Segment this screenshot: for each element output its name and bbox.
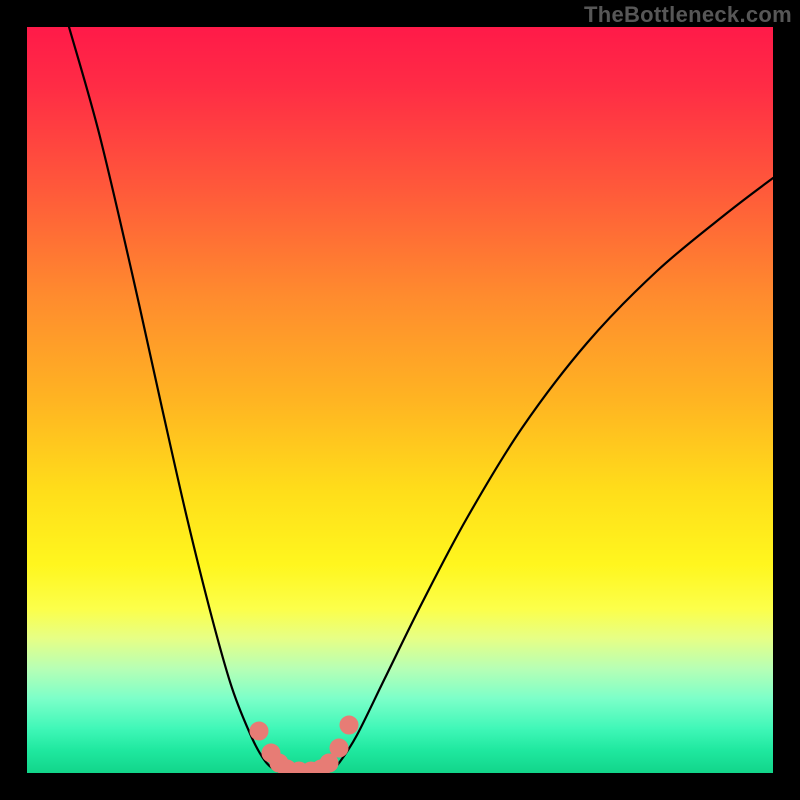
cluster-point [250, 722, 268, 740]
plot-area [27, 27, 773, 773]
cluster-point [340, 716, 358, 734]
chart-frame: TheBottleneck.com [0, 0, 800, 800]
curve-group [69, 27, 773, 773]
bottleneck-curve [69, 27, 773, 773]
chart-svg [27, 27, 773, 773]
cluster-point [330, 739, 348, 757]
watermark-text: TheBottleneck.com [584, 2, 792, 28]
marker-group [250, 716, 358, 773]
